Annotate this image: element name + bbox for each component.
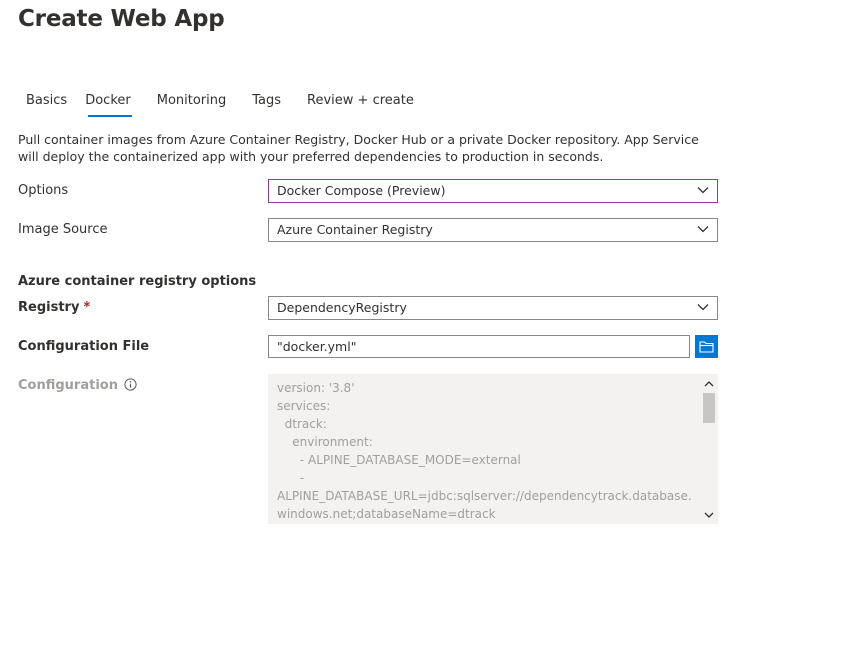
tab-bar: Basics Docker Monitoring Tags Review + c… [18,88,440,120]
chevron-down-icon [697,304,709,311]
page-title: Create Web App [18,6,225,32]
registry-label-text: Registry [18,300,80,315]
browse-file-button[interactable] [695,335,718,358]
configuration-file-label: Configuration File [18,339,150,354]
scroll-thumb[interactable] [703,393,715,423]
active-tab-indicator [88,115,132,117]
configuration-textarea[interactable]: version: '3.8' services: dtrack: environ… [268,374,718,524]
registry-label: Registry * [18,300,90,315]
options-dropdown[interactable]: Docker Compose (Preview) [268,179,718,203]
chevron-down-icon [697,187,709,194]
configuration-label: Configuration [18,378,137,393]
info-icon[interactable] [124,378,137,391]
registry-dropdown[interactable]: DependencyRegistry [268,296,718,320]
configuration-file-value: "docker.yml" [277,339,357,354]
image-source-label: Image Source [18,222,108,237]
configuration-file-input[interactable]: "docker.yml" [268,335,690,358]
configuration-content: version: '3.8' services: dtrack: environ… [277,381,692,521]
required-marker: * [83,300,91,315]
image-source-dropdown[interactable]: Azure Container Registry [268,218,718,242]
options-value: Docker Compose (Preview) [277,183,446,198]
acr-options-heading: Azure container registry options [18,274,257,289]
options-label: Options [18,183,69,198]
chevron-down-icon[interactable] [704,511,714,519]
configuration-scrollbar[interactable] [700,374,718,524]
chevron-down-icon [697,226,709,233]
tab-basics[interactable]: Basics [18,88,67,120]
chevron-up-icon[interactable] [704,380,714,388]
tab-review-create[interactable]: Review + create [307,88,414,120]
image-source-value: Azure Container Registry [277,222,433,237]
registry-value: DependencyRegistry [277,300,407,315]
tab-tags[interactable]: Tags [252,88,281,120]
folder-icon [699,341,714,353]
configuration-label-text: Configuration [18,378,118,393]
docker-description: Pull container images from Azure Contain… [18,132,699,164]
tab-monitoring[interactable]: Monitoring [157,88,227,120]
